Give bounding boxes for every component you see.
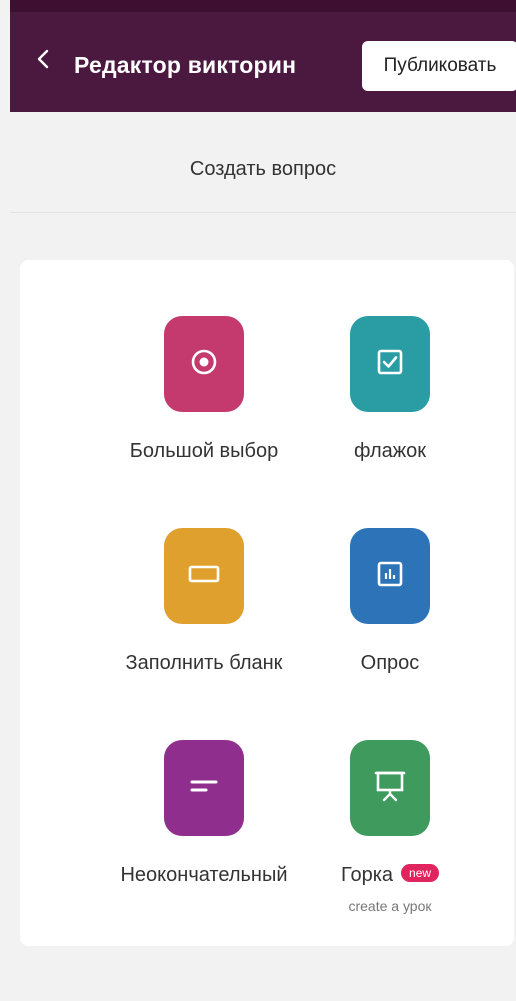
question-type-slide[interactable]: Горка new create a урок: [288, 740, 508, 914]
question-type-sublabel: create a урок: [348, 898, 432, 914]
question-type-checkbox[interactable]: флажок: [288, 316, 508, 486]
new-badge: new: [401, 863, 440, 882]
multiple-choice-tile[interactable]: [164, 316, 244, 412]
publish-button[interactable]: Публиковать: [362, 41, 516, 91]
question-type-label: Горка: [340, 864, 394, 886]
question-type-card: Большой выбор флажок Заполнить бланк Опр…: [20, 260, 514, 946]
screen: Редактор викторин Публиковать Создать во…: [0, 0, 516, 1001]
page-title: Редактор викторин: [74, 52, 297, 78]
blank-field-icon: [187, 564, 221, 589]
open-ended-tile[interactable]: [164, 740, 244, 836]
section-title: Создать вопрос: [189, 158, 337, 180]
slide-tile[interactable]: [350, 740, 430, 836]
create-question-header: Создать вопрос: [10, 112, 516, 213]
question-type-label: флажок: [353, 440, 427, 462]
question-type-label: Заполнить бланк: [125, 652, 283, 674]
question-type-poll[interactable]: Опрос: [288, 528, 508, 698]
fill-blank-tile[interactable]: [164, 528, 244, 624]
checkbox-tile[interactable]: [350, 316, 430, 412]
poll-chart-icon: [376, 560, 404, 593]
radio-icon: [189, 347, 219, 382]
open-ended-icon: [189, 776, 219, 801]
question-type-label: Неокончательный: [120, 864, 288, 886]
checkbox-icon: [376, 348, 404, 381]
presentation-icon: [374, 769, 406, 808]
question-type-label: Большой выбор: [129, 440, 279, 462]
poll-tile[interactable]: [350, 528, 430, 624]
chevron-left-icon: [36, 48, 50, 75]
top-app-bar: Редактор викторин Публиковать: [10, 12, 516, 112]
question-type-label: Опрос: [360, 652, 420, 674]
back-button[interactable]: [28, 46, 58, 76]
status-bar: [10, 0, 516, 12]
question-type-label-row: Горка new: [288, 863, 492, 887]
